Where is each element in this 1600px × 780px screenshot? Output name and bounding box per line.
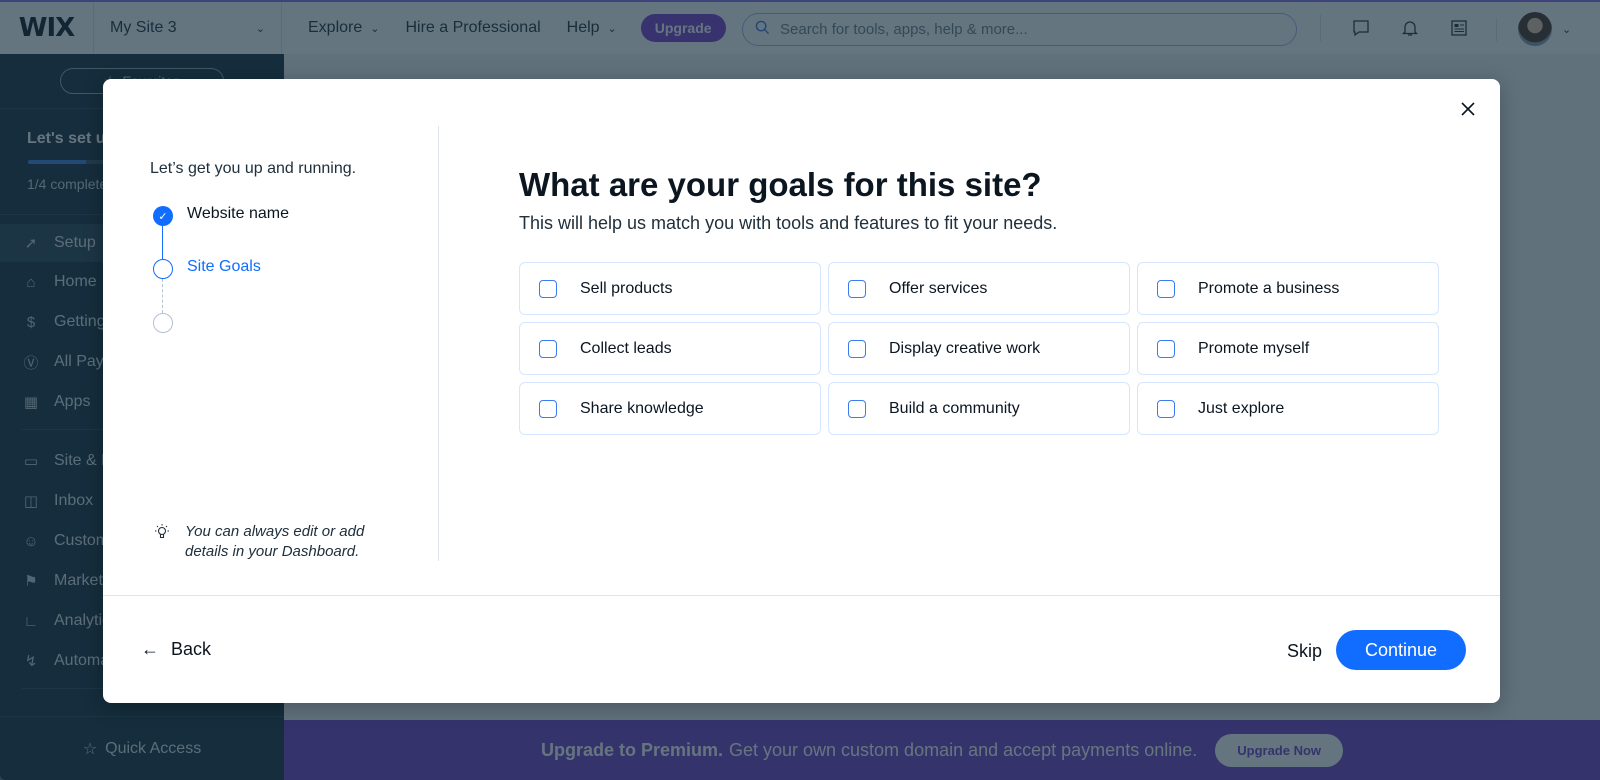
goal-option-collect-leads[interactable]: Collect leads — [519, 322, 821, 375]
continue-button[interactable]: Continue — [1336, 630, 1466, 670]
step-done-icon: ✓ — [153, 206, 173, 226]
goals-pane: What are your goals for this site? This … — [519, 165, 1449, 435]
close-icon — [1461, 102, 1475, 116]
page-title: What are your goals for this site? — [519, 166, 1042, 203]
checkbox[interactable] — [848, 399, 866, 418]
step-connector — [162, 279, 163, 313]
tip: You can always edit or add details in yo… — [151, 522, 385, 562]
step-pending-icon — [153, 313, 173, 333]
goal-option-offer-services[interactable]: Offer services — [828, 262, 1130, 315]
goal-label: Promote myself — [1198, 339, 1310, 357]
steps-intro: Let’s get you up and running. — [150, 160, 357, 177]
goal-label: Share knowledge — [580, 399, 704, 417]
footer-divider — [103, 595, 1500, 596]
goal-label: Build a community — [889, 399, 1020, 417]
steps-pane: Let’s get you up and running. ✓ Website … — [103, 126, 439, 561]
checkbox[interactable] — [539, 279, 557, 298]
goal-option-display-creative-work[interactable]: Display creative work — [828, 322, 1130, 375]
goal-option-sell-products[interactable]: Sell products — [519, 262, 821, 315]
close-button[interactable] — [1456, 97, 1480, 121]
goal-label: Collect leads — [580, 339, 672, 357]
skip-button[interactable]: Skip — [1287, 641, 1322, 662]
lightbulb-icon — [151, 522, 173, 546]
goal-label: Sell products — [580, 279, 673, 297]
goal-label: Promote a business — [1198, 279, 1340, 297]
checkbox[interactable] — [1157, 399, 1175, 418]
checkbox[interactable] — [1157, 339, 1175, 358]
wix-dashboard: WIX My Site 3 ⌄ Explore ⌄ Hire a Profess… — [0, 0, 1600, 780]
step-current-icon — [153, 259, 173, 279]
checkbox[interactable] — [539, 339, 557, 358]
step-connector — [162, 226, 163, 259]
checkbox[interactable] — [848, 339, 866, 358]
step-site-goals: Site Goals — [187, 258, 261, 275]
goal-option-promote-business[interactable]: Promote a business — [1137, 262, 1439, 315]
checkbox[interactable] — [1157, 279, 1175, 298]
goal-label: Display creative work — [889, 339, 1041, 357]
goal-label: Offer services — [889, 279, 988, 297]
step-website-name: Website name — [187, 205, 289, 222]
site-goals-modal: Let’s get you up and running. ✓ Website … — [103, 79, 1500, 703]
goal-label: Just explore — [1198, 399, 1285, 417]
checkbox[interactable] — [539, 399, 557, 418]
goal-option-share-knowledge[interactable]: Share knowledge — [519, 382, 821, 435]
goal-option-build-community[interactable]: Build a community — [828, 382, 1130, 435]
tip-text: You can always edit or add details in yo… — [185, 523, 365, 560]
page-subtitle: This will help us match you with tools a… — [519, 213, 1058, 233]
arrow-left-icon: ← — [141, 639, 159, 659]
goal-option-just-explore[interactable]: Just explore — [1137, 382, 1439, 435]
back-label: Back — [171, 639, 212, 659]
goals-grid: Sell products Offer services Promote a b… — [519, 262, 1449, 435]
checkbox[interactable] — [848, 279, 866, 298]
goal-option-promote-myself[interactable]: Promote myself — [1137, 322, 1439, 375]
back-button[interactable]: ← Back — [141, 639, 211, 660]
